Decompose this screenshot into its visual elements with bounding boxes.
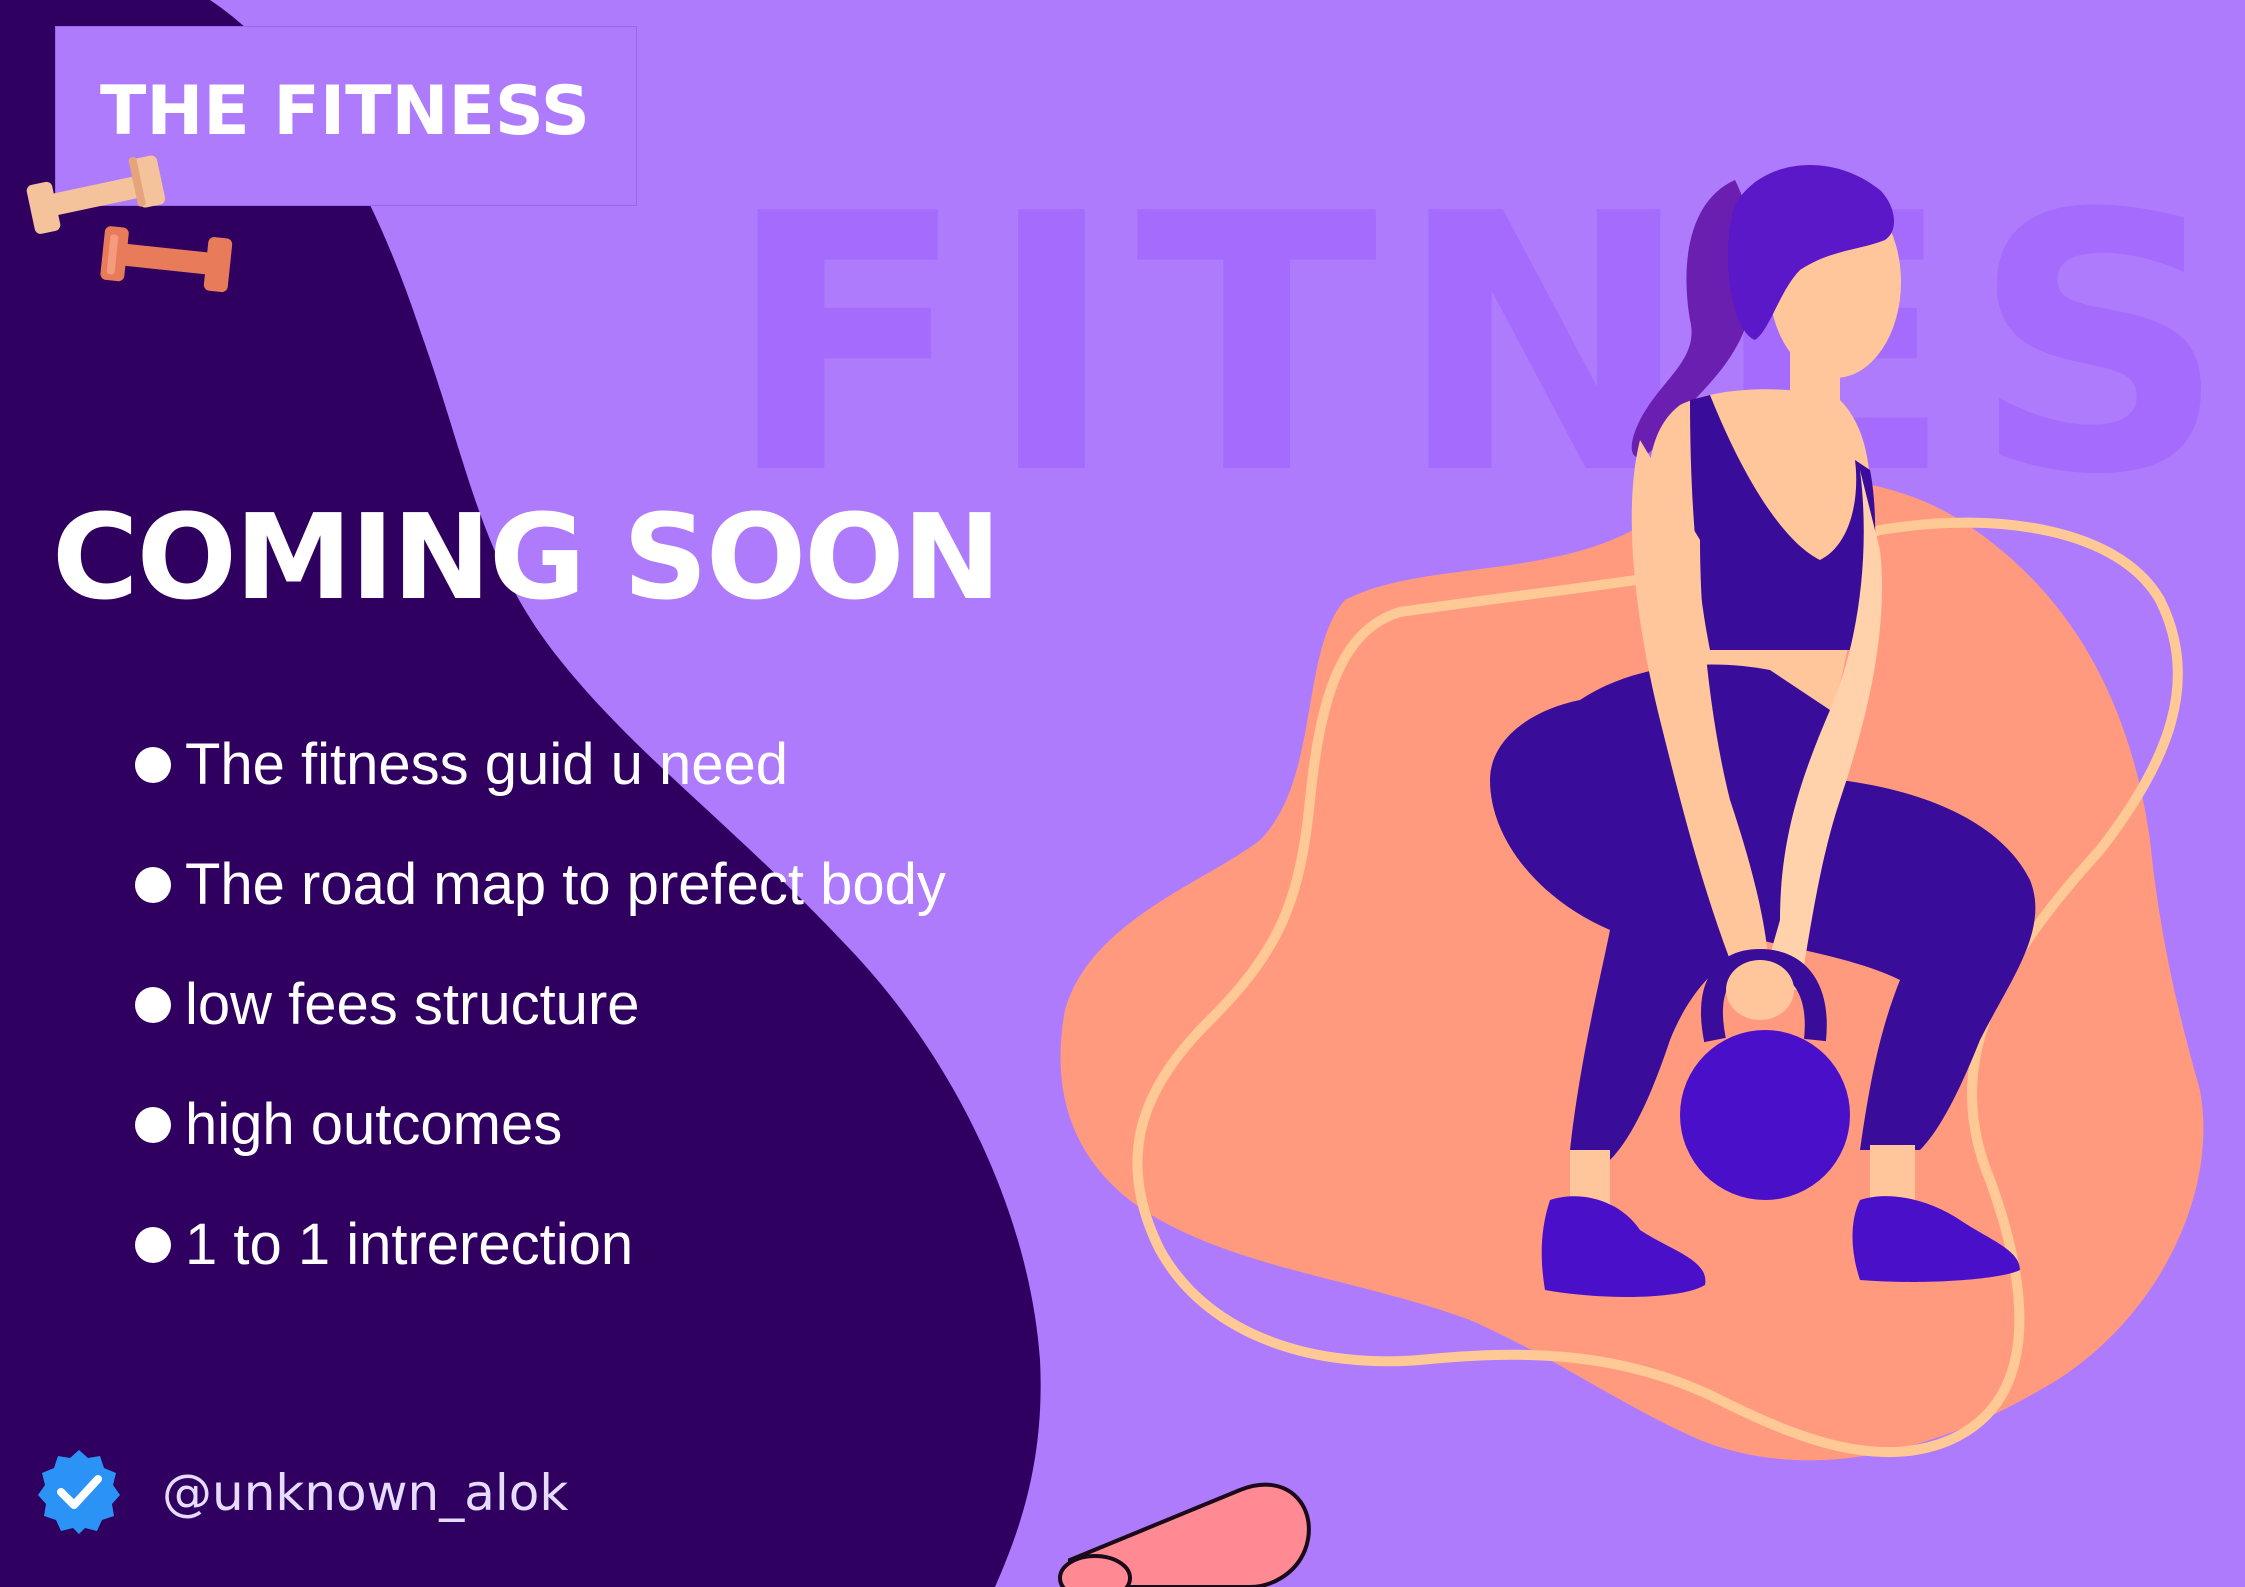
verified-badge-icon: [38, 1450, 120, 1534]
coming-soon-headline: COMING SOON: [52, 488, 1001, 626]
feature-text: The fitness guid u need: [185, 732, 788, 797]
list-item: 1 to 1 intrerection: [135, 1185, 946, 1305]
yoga-mat: [1058, 1482, 1311, 1587]
feature-text: The road map to prefect body: [185, 852, 946, 917]
poster: FITNESS THE FITNESS: [0, 0, 2245, 1587]
bullet-icon: [135, 1227, 171, 1263]
bullet-icon: [135, 747, 171, 783]
list-item: low fees structure: [135, 945, 946, 1065]
feature-text: 1 to 1 intrerection: [185, 1212, 634, 1277]
social-handle[interactable]: @unknown_alok: [162, 1468, 568, 1518]
bullet-icon: [135, 867, 171, 903]
bullet-icon: [135, 1107, 171, 1143]
feature-list: The fitness guid u need The road map to …: [135, 705, 946, 1305]
list-item: high outcomes: [135, 1065, 946, 1185]
bullet-icon: [135, 987, 171, 1023]
feature-text: high outcomes: [185, 1092, 563, 1157]
feature-text: low fees structure: [185, 972, 640, 1037]
list-item: The fitness guid u need: [135, 705, 946, 825]
list-item: The road map to prefect body: [135, 825, 946, 945]
